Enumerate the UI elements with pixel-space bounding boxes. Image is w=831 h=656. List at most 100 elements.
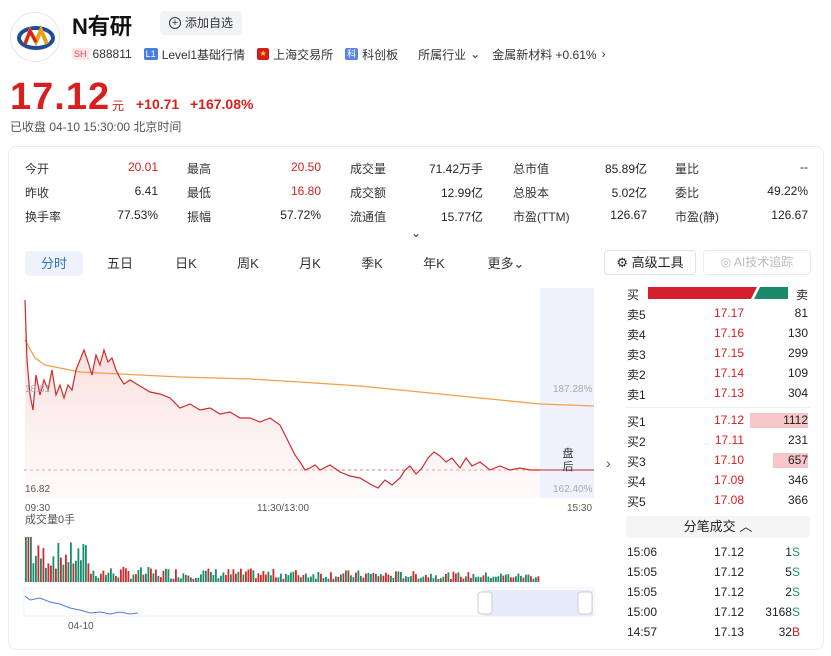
trade-price: 17.12 (713, 545, 744, 559)
volume-bar (205, 570, 207, 582)
volume-bar (475, 577, 477, 582)
volume-bar (327, 578, 330, 582)
volume-bar (275, 577, 277, 582)
after-hours-label: 盘后 (562, 448, 574, 473)
volume-bar (295, 570, 297, 582)
volume-bar (297, 575, 300, 582)
volume-bar (120, 569, 122, 582)
volume-bar (105, 574, 107, 582)
order-price: 17.09 (713, 473, 744, 487)
volume-bar (212, 575, 215, 582)
trade-volume: 1S (740, 545, 800, 559)
volume-bar (442, 576, 445, 582)
volume-bar (242, 574, 245, 582)
volume-bar (512, 577, 515, 582)
volume-bar (92, 570, 95, 582)
volume-bar (350, 575, 352, 582)
trade-volume-value: 5 (785, 565, 792, 579)
tick-trades-label: 分笔成交 (683, 519, 736, 534)
volume-bar (122, 566, 125, 582)
volume-bar (495, 576, 497, 582)
volume-bar (135, 574, 137, 582)
volume-bar (52, 556, 55, 582)
volume-bar (185, 574, 187, 582)
volume-bar (150, 568, 152, 582)
volume-bar (482, 575, 485, 582)
buy-ratio-label: 买 (627, 288, 640, 302)
volume-bar (117, 577, 120, 582)
trade-price: 17.13 (713, 625, 744, 639)
trade-volume-value: 3168 (765, 605, 792, 619)
volume-bar (530, 576, 532, 582)
volume-bar (127, 571, 130, 582)
volume-bar (137, 569, 140, 582)
volume-bar (82, 544, 85, 582)
sell-ratio-label: 卖 (796, 288, 809, 302)
volume-bar (537, 576, 540, 582)
order-volume: 366 (787, 493, 808, 507)
order-price: 17.10 (713, 453, 744, 467)
order-price: 17.17 (713, 306, 744, 320)
navigator-left-handle[interactable] (477, 591, 493, 615)
volume-bar (265, 574, 267, 582)
trade-volume-value: 32 (778, 625, 792, 639)
price-axis-bottom: 16.82 (25, 484, 51, 495)
trade-side: B (791, 625, 800, 639)
volume-bar (67, 562, 70, 582)
volume-bar (380, 574, 382, 582)
volume-bar (405, 576, 407, 582)
volume-bar (402, 578, 405, 582)
navigator-window[interactable] (483, 590, 593, 616)
volume-bar (35, 555, 37, 582)
volume-bar (167, 569, 170, 582)
volume-bar (415, 574, 417, 582)
volume-bar (172, 578, 175, 582)
volume-bar (502, 575, 505, 582)
volume-bar (300, 577, 302, 582)
trade-volume: 32B (740, 625, 800, 639)
trade-price: 17.12 (713, 605, 744, 619)
collapse-panel-chevron-icon[interactable]: › (606, 455, 611, 471)
volume-bar (42, 548, 45, 582)
volume-bar (80, 560, 82, 582)
trade-volume: 5S (740, 565, 800, 579)
volume-bar (255, 578, 257, 582)
volume-bar (517, 573, 520, 582)
volume-bar (522, 577, 525, 582)
order-volume: 304 (787, 386, 808, 400)
volume-bar (72, 563, 75, 582)
volume-bar (90, 573, 92, 582)
volume-bar (500, 573, 502, 582)
volume-bar (222, 572, 225, 582)
order-price: 17.15 (713, 346, 744, 360)
order-volume: 657 (787, 453, 808, 467)
volume-bar (102, 570, 105, 582)
volume-bar (210, 571, 212, 582)
volume-bar (385, 572, 387, 582)
volume-bar (240, 568, 242, 582)
volume-bar (432, 578, 435, 582)
volume-bar (397, 571, 400, 582)
volume-bar (175, 569, 177, 582)
trade-volume: 3168S (740, 605, 800, 619)
volume-bar (152, 573, 155, 582)
navigator-right-handle[interactable] (577, 591, 593, 615)
volume-bar (307, 577, 310, 582)
volume-bar (60, 557, 62, 582)
order-volume: 81 (794, 306, 808, 320)
volume-bar (262, 570, 265, 582)
volume-bar (335, 576, 337, 582)
tick-trades-toggle[interactable]: 分笔成交 ︿ (626, 516, 810, 538)
volume-bar (310, 576, 312, 582)
volume-bar (332, 578, 335, 582)
order-level-label: 卖4 (627, 328, 646, 342)
orderbook-divider (626, 407, 810, 408)
volume-bar (377, 576, 380, 582)
order-volume: 346 (787, 473, 808, 487)
volume-bar (77, 548, 80, 582)
volume-bar (367, 572, 370, 582)
volume-bar (490, 578, 492, 582)
volume-bar (315, 578, 317, 582)
volume-bar (492, 576, 495, 582)
pct-axis-top: 187.28% (553, 384, 593, 395)
